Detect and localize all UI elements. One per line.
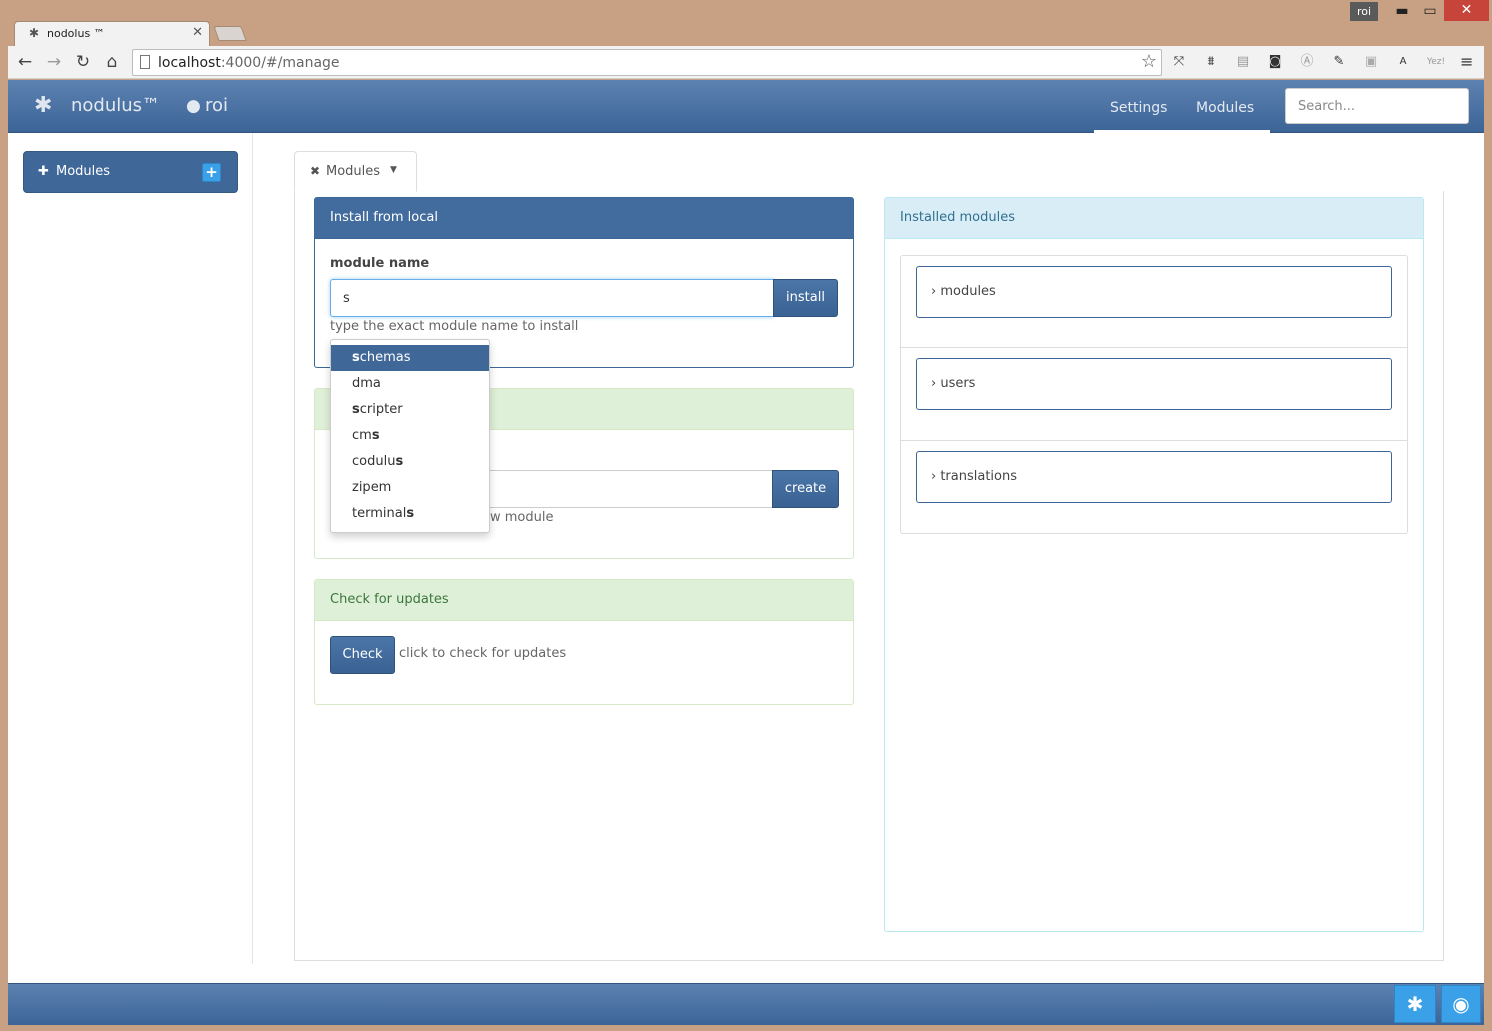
autocomplete-item[interactable]: cms xyxy=(331,423,489,449)
page-icon xyxy=(140,55,150,69)
tab-modules[interactable]: ✖ Modules ▼ xyxy=(294,151,417,192)
yez-extension-icon[interactable]: Yez! xyxy=(1422,53,1450,71)
browser-tab[interactable]: ✱ nodolus ™ ✕ xyxy=(14,21,210,47)
octopus-footer-icon[interactable]: ✱ xyxy=(1394,985,1436,1023)
extension-icon-2[interactable]: ⩩ xyxy=(1202,53,1220,71)
url-text: localhost:4000/#/manage xyxy=(158,55,340,71)
create-button[interactable]: create xyxy=(772,470,839,508)
github-icon[interactable]: ◉ xyxy=(1441,985,1481,1023)
nav-active-indicator xyxy=(1094,130,1270,133)
add-module-button[interactable]: + xyxy=(202,163,221,182)
sidebar: ✚ Modules + xyxy=(8,133,253,964)
caret-down-icon[interactable]: ▼ xyxy=(390,165,397,175)
browser-menu-icon[interactable]: ≡ xyxy=(1460,52,1473,71)
updates-panel: Check for updates Check click to check f… xyxy=(314,579,854,705)
forward-icon[interactable]: → xyxy=(43,51,65,73)
autocomplete-item[interactable]: codulus xyxy=(331,449,489,475)
list-item: › users xyxy=(900,348,1408,441)
minimize-icon[interactable]: ▬ xyxy=(1388,0,1416,22)
puzzle-icon: ✚ xyxy=(38,164,49,179)
autocomplete-item[interactable]: scripter xyxy=(331,397,489,423)
module-label: › modules xyxy=(931,284,996,299)
list-item: › modules xyxy=(900,255,1408,348)
top-navbar: ✱ nodulus™ ● roi Settings Modules xyxy=(8,80,1484,133)
nav-modules[interactable]: Modules xyxy=(1196,100,1254,116)
octopus-favicon-icon: ✱ xyxy=(29,26,40,40)
extension-icon-1[interactable]: ⤧ xyxy=(1170,53,1188,71)
back-icon[interactable]: ← xyxy=(14,51,36,73)
close-tab-icon[interactable]: ✖ xyxy=(310,164,320,178)
user-name[interactable]: roi xyxy=(205,95,228,116)
browser-toolbar: ← → ↻ ⌂ localhost:4000/#/manage ☆ ⤧ ⩩ ▤ … xyxy=(8,46,1484,79)
browser-window: roi ▬ ▭ ✕ ✱ nodolus ™ ✕ ← → ↻ ⌂ localhos… xyxy=(0,0,1492,1031)
reload-icon[interactable]: ↻ xyxy=(72,51,94,73)
footer-bar: ✱ ◉ xyxy=(8,983,1484,1025)
install-panel-title: Install from local xyxy=(315,198,853,239)
autocomplete-item[interactable]: dma xyxy=(331,371,489,397)
octopus-logo-icon: ✱ xyxy=(34,93,53,118)
module-item-translations[interactable]: › translations xyxy=(916,451,1392,503)
module-name-input[interactable] xyxy=(330,279,774,317)
tab-close-icon[interactable]: ✕ xyxy=(192,25,203,40)
updates-panel-title: Check for updates xyxy=(315,580,853,621)
address-bar[interactable]: localhost:4000/#/manage ☆ xyxy=(132,49,1162,76)
create-help-text: w module xyxy=(490,510,554,525)
extension-icon-3[interactable]: ▤ xyxy=(1234,53,1252,71)
tab-label: Modules xyxy=(326,164,381,179)
install-button[interactable]: install xyxy=(773,279,838,317)
sidebar-item-modules[interactable]: ✚ Modules + xyxy=(23,151,238,193)
user-icon: ● xyxy=(186,96,201,116)
install-help-text: type the exact module name to install xyxy=(330,319,579,334)
wand-extension-icon[interactable]: ✎ xyxy=(1330,53,1348,71)
extension-icon-4[interactable]: ◙ xyxy=(1266,53,1284,71)
autocomplete-dropdown: schemas dma scripter cms codulus zipem t… xyxy=(330,339,490,533)
brand-name[interactable]: nodulus™ xyxy=(71,95,160,116)
extension-icon-7[interactable]: ▣ xyxy=(1362,53,1380,71)
search-input[interactable] xyxy=(1285,88,1469,124)
installed-modules-panel: Installed modules › modules › users › tr… xyxy=(884,197,1424,932)
maximize-icon[interactable]: ▭ xyxy=(1416,0,1444,22)
window-close-icon[interactable]: ✕ xyxy=(1444,0,1489,21)
module-item-modules[interactable]: › modules xyxy=(916,266,1392,318)
module-label: › translations xyxy=(931,469,1018,484)
updates-help-text: click to check for updates xyxy=(399,646,567,661)
app-page: ✱ nodulus™ ● roi Settings Modules ✚ Modu… xyxy=(8,80,1484,1025)
autocomplete-item[interactable]: terminals xyxy=(331,501,489,527)
module-name-label: module name xyxy=(330,256,430,271)
autocomplete-item[interactable]: schemas xyxy=(331,345,489,371)
check-button[interactable]: Check xyxy=(330,636,395,674)
browser-tab-title: nodolus ™ xyxy=(47,27,105,40)
installed-panel-title: Installed modules xyxy=(885,198,1423,239)
module-label: › users xyxy=(931,376,976,391)
module-item-users[interactable]: › users xyxy=(916,358,1392,410)
nav-settings[interactable]: Settings xyxy=(1110,100,1167,116)
list-item: › translations xyxy=(900,441,1408,534)
angular-extension-icon[interactable]: Ⓐ xyxy=(1298,53,1316,71)
home-icon[interactable]: ⌂ xyxy=(101,51,123,73)
autocomplete-item[interactable]: zipem xyxy=(331,475,489,501)
window-user-badge: roi xyxy=(1350,2,1378,21)
new-tab-button[interactable] xyxy=(213,26,247,41)
extension-icon-8[interactable]: A xyxy=(1394,53,1412,71)
sidebar-item-label: Modules xyxy=(56,164,111,179)
bookmark-star-icon[interactable]: ☆ xyxy=(1141,51,1157,72)
